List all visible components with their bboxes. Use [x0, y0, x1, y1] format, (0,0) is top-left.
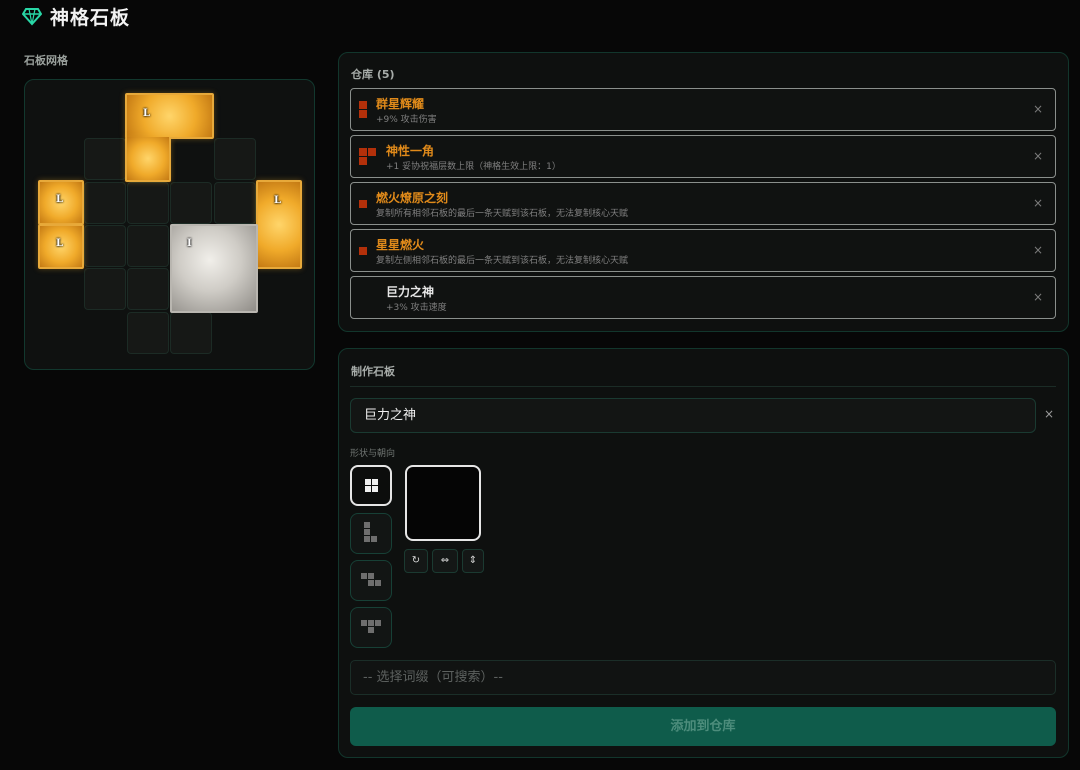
shape-t-icon — [368, 627, 374, 633]
shape-mini-icon — [359, 247, 367, 255]
inventory-panel: 仓库 (5) 群星辉耀 +9% 攻击伤害 × 神性一角 +1 妥协祝福层数上限（… — [338, 52, 1069, 332]
grid-cell[interactable] — [127, 182, 169, 224]
shape-z-icon — [361, 573, 367, 579]
shape-l-icon — [364, 536, 370, 542]
tile-glyph: L — [274, 195, 282, 206]
tile-glyph: L — [143, 108, 151, 119]
remove-icon[interactable]: × — [1033, 196, 1043, 210]
flip-horizontal-button[interactable]: ⇔ — [432, 549, 458, 573]
item-name: 燃火燎原之刻 — [376, 191, 449, 205]
shape-mini-icon — [359, 101, 367, 109]
grid-cell[interactable] — [170, 312, 212, 354]
shape-t-icon — [368, 620, 374, 626]
clear-icon[interactable]: × — [1044, 407, 1054, 421]
item-desc: +9% 攻击伤害 — [376, 115, 437, 125]
shape-mini-icon — [368, 148, 376, 156]
shape-mini-icon — [359, 148, 367, 156]
shape-t-button[interactable] — [350, 607, 392, 648]
grid-cell[interactable] — [84, 225, 126, 267]
slate-tile-gold[interactable] — [125, 93, 214, 139]
grid-cell[interactable] — [84, 138, 126, 180]
shape-square-icon — [365, 486, 371, 492]
app-header: 神格石板 — [22, 2, 130, 30]
item-desc: +1 妥协祝福层数上限（神格生效上限：1） — [386, 162, 561, 172]
shape-square-icon — [372, 479, 378, 485]
grid-cell[interactable] — [127, 312, 169, 354]
remove-icon[interactable]: × — [1033, 102, 1043, 116]
shape-square-icon — [372, 486, 378, 492]
flip-vertical-button[interactable]: ⇕ — [462, 549, 484, 573]
craft-title: 制作石板 — [351, 365, 395, 378]
inventory-item[interactable]: 星星燃火 复制左侧相邻石板的最后一条天赋到该石板，无法复制核心天赋 × — [350, 229, 1056, 272]
tile-glyph: L — [56, 194, 64, 205]
remove-icon[interactable]: × — [1033, 290, 1043, 304]
shape-l-icon — [364, 529, 370, 535]
shape-t-icon — [375, 620, 381, 626]
item-name: 星星燃火 — [376, 238, 425, 252]
slate-name-input[interactable]: 巨力之神 — [350, 398, 1036, 433]
grid-cell[interactable] — [127, 225, 169, 267]
shape-mini-icon — [359, 110, 367, 118]
slate-grid: L L L L I — [24, 79, 315, 370]
shape-l-icon — [364, 522, 370, 528]
inventory-item[interactable]: 群星辉耀 +9% 攻击伤害 × — [350, 88, 1056, 131]
shape-mini-icon — [359, 157, 367, 165]
item-name: 巨力之神 — [386, 285, 435, 299]
inventory-item[interactable]: 巨力之神 +3% 攻击速度 × — [350, 276, 1056, 319]
grid-cell[interactable] — [84, 182, 126, 224]
grid-cell[interactable] — [170, 182, 212, 224]
remove-icon[interactable]: × — [1033, 149, 1043, 163]
shape-l-icon — [371, 536, 377, 542]
shape-z-icon — [368, 580, 374, 586]
shape-preview — [405, 465, 481, 541]
grid-label: 石板网格 — [24, 54, 68, 67]
shape-square-icon — [365, 479, 371, 485]
shape-square-button[interactable] — [350, 465, 392, 506]
item-desc: 复制所有相邻石板的最后一条天赋到该石板，无法复制核心天赋 — [376, 209, 629, 219]
shape-z-icon — [375, 580, 381, 586]
item-desc: +3% 攻击速度 — [386, 303, 447, 313]
slate-tile-gold[interactable] — [125, 137, 171, 182]
craft-panel: 制作石板 巨力之神 × 形状与朝向 ↻ ⇔ ⇕ -- 选择词缀（可搜索）-- 添… — [338, 348, 1069, 758]
inventory-item[interactable]: 神性一角 +1 妥协祝福层数上限（神格生效上限：1） × — [350, 135, 1056, 178]
inventory-title: 仓库 (5) — [351, 68, 395, 81]
divider — [350, 386, 1056, 387]
grid-cell[interactable] — [214, 182, 256, 224]
item-name: 群星辉耀 — [376, 97, 425, 111]
add-to-inventory-button[interactable]: 添加到仓库 — [350, 707, 1056, 746]
shape-mini-icon — [359, 200, 367, 208]
tile-glyph: L — [56, 238, 64, 249]
grid-cell[interactable] — [84, 268, 126, 310]
grid-cell[interactable] — [214, 138, 256, 180]
remove-icon[interactable]: × — [1033, 243, 1043, 257]
item-name: 神性一角 — [386, 144, 435, 158]
shape-z-button[interactable] — [350, 560, 392, 601]
shape-t-icon — [361, 620, 367, 626]
shape-l-button[interactable] — [350, 513, 392, 554]
affix-select[interactable]: -- 选择词缀（可搜索）-- — [350, 660, 1056, 695]
app-title: 神格石板 — [50, 6, 131, 29]
shape-z-icon — [368, 573, 374, 579]
grid-cell[interactable] — [127, 268, 169, 310]
gem-icon — [22, 8, 42, 26]
rotate-button[interactable]: ↻ — [404, 549, 428, 573]
inventory-item[interactable]: 燃火燎原之刻 复制所有相邻石板的最后一条天赋到该石板，无法复制核心天赋 × — [350, 182, 1056, 225]
tile-glyph: I — [187, 238, 192, 249]
item-desc: 复制左侧相邻石板的最后一条天赋到该石板，无法复制核心天赋 — [376, 256, 629, 266]
shape-label: 形状与朝向 — [350, 449, 396, 459]
slate-tile-silver[interactable] — [170, 224, 258, 313]
slate-tile-gold[interactable] — [256, 180, 302, 269]
